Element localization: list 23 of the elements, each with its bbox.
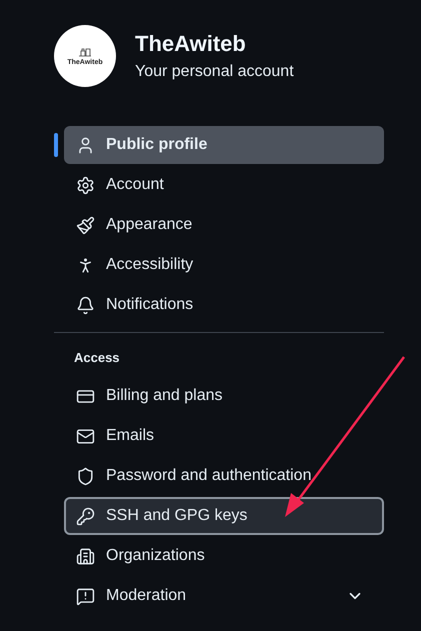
building-icon — [76, 546, 95, 566]
sidebar-item[interactable]: Moderation — [64, 577, 384, 615]
account-name: TheAwiteb — [135, 31, 247, 57]
paintbrush-icon — [76, 216, 95, 234]
key-icon — [76, 506, 95, 526]
sidebar-item[interactable]: SSH and GPG keys — [64, 497, 384, 535]
sidebar-item[interactable]: Appearance — [64, 206, 384, 244]
sidebar-item[interactable]: Notifications — [64, 286, 384, 324]
shield-icon — [76, 466, 95, 486]
sidebar-item[interactable]: Emails — [64, 417, 384, 455]
speech-bubble-icon — [76, 586, 95, 606]
sidebar-item[interactable]: Billing and plans — [64, 377, 384, 415]
sidebar-item[interactable]: Password and authentication — [64, 457, 384, 495]
gear-icon — [76, 176, 95, 194]
sidebar-item[interactable]: Organizations — [64, 537, 384, 575]
active-indicator — [54, 133, 58, 157]
section-heading: Access — [73, 350, 121, 365]
person-icon — [76, 136, 95, 154]
bell-icon — [76, 296, 95, 314]
envelope-icon — [76, 426, 95, 446]
account-subtitle: Your personal account — [135, 63, 294, 81]
sidebar-item[interactable]: Account — [64, 166, 384, 204]
sidebar-item[interactable]: Accessibility — [64, 246, 384, 284]
